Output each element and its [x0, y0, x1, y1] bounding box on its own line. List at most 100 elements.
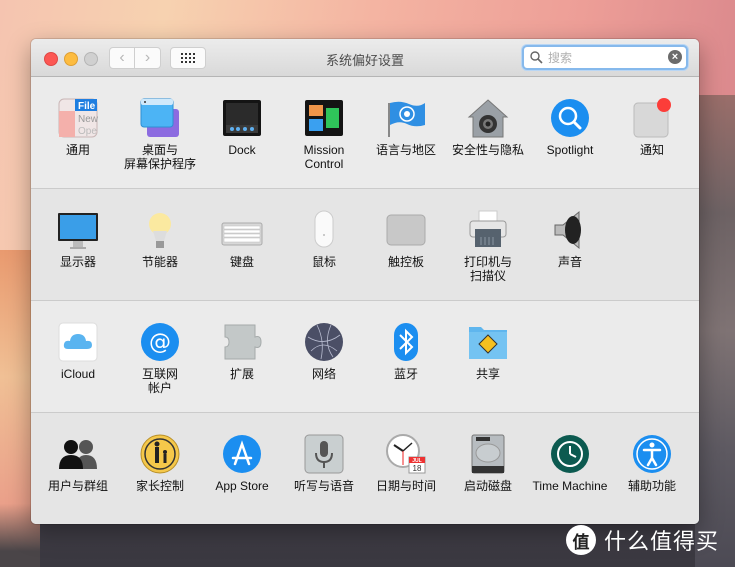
pref-label: 打印机与 扫描仪: [463, 255, 512, 283]
svg-text:File: File: [78, 101, 96, 112]
pref-label: 互联网 帐户: [141, 367, 178, 395]
pref-label: 通用: [65, 143, 90, 157]
trackpad-icon: [385, 209, 427, 251]
startup-disk-icon: [467, 433, 509, 475]
clear-icon: ×: [671, 51, 679, 63]
accessibility-icon: [631, 433, 673, 475]
pref-mouse[interactable]: 鼠标: [283, 189, 365, 269]
pref-bluetooth[interactable]: 蓝牙: [365, 301, 447, 381]
pref-label: 节能器: [141, 255, 178, 269]
pref-label: 启动磁盘: [463, 479, 512, 493]
pref-sound[interactable]: 声音: [529, 189, 611, 269]
pref-notifications[interactable]: 通知: [611, 77, 693, 157]
time-machine-icon: [549, 433, 591, 475]
svg-text:Ope: Ope: [78, 126, 97, 137]
search-icon: [530, 51, 543, 64]
energy-saver-icon: [139, 209, 181, 251]
pref-label: App Store: [215, 479, 269, 493]
pref-label: 触控板: [387, 255, 424, 269]
titlebar: ‹ › 系统偏好设置 ×: [31, 39, 699, 77]
pref-app-store[interactable]: App Store: [201, 413, 283, 493]
pref-icloud[interactable]: iCloud: [37, 301, 119, 381]
notifications-icon: [631, 97, 673, 139]
pref-spotlight[interactable]: Spotlight: [529, 77, 611, 157]
pref-general[interactable]: File New Ope 通用: [37, 77, 119, 157]
pref-printers-scanners[interactable]: 打印机与 扫描仪: [447, 189, 529, 283]
pref-desktop-screensaver[interactable]: 桌面与 屏幕保护程序: [119, 77, 201, 171]
pref-label: 通知: [639, 143, 664, 157]
pref-label: 键盘: [229, 255, 254, 269]
pref-users-groups[interactable]: 用户与群组: [37, 413, 119, 493]
pref-label: 用户与群组: [47, 479, 108, 493]
internet-accounts-icon: @: [139, 321, 181, 363]
pref-startup-disk[interactable]: 启动磁盘: [447, 413, 529, 493]
svg-text:18: 18: [413, 464, 422, 473]
pref-keyboard[interactable]: 键盘: [201, 189, 283, 269]
pref-label: 桌面与 屏幕保护程序: [123, 143, 196, 171]
pref-dictation-speech[interactable]: 听写与语音: [283, 413, 365, 493]
spotlight-icon: [549, 97, 591, 139]
section-hardware: 显示器 节能器 键盘 鼠标 触控板 打印机与 扫描仪 声音: [31, 189, 699, 301]
pref-label: 语言与地区: [375, 143, 436, 157]
pref-mission-control[interactable]: Mission Control: [283, 77, 365, 171]
pref-network[interactable]: 网络: [283, 301, 365, 381]
displays-icon: [57, 209, 99, 251]
section-personal: File New Ope 通用 桌面与 屏幕保护程序 Dock Mission …: [31, 77, 699, 189]
date-time-icon: JUL 18: [385, 433, 427, 475]
pref-security-privacy[interactable]: 安全性与隐私: [447, 77, 529, 157]
pref-internet-accounts[interactable]: @ 互联网 帐户: [119, 301, 201, 395]
section-system: 用户与群组 家长控制 App Store 听写与语音 JUL 18 日期与时间 …: [31, 413, 699, 524]
wallpaper-right: [695, 95, 735, 567]
system-preferences-window: ‹ › 系统偏好设置 ×: [31, 39, 699, 524]
watermark-badge: 值: [566, 525, 596, 555]
pref-label: 蓝牙: [393, 367, 418, 381]
pref-label: 扩展: [229, 367, 254, 381]
clear-search-button[interactable]: ×: [668, 50, 682, 64]
pref-time-machine[interactable]: Time Machine: [529, 413, 611, 493]
pref-accessibility[interactable]: 辅助功能: [611, 413, 693, 493]
extensions-icon: [221, 321, 263, 363]
pref-label: 安全性与隐私: [451, 143, 524, 157]
pref-label: 鼠标: [311, 255, 336, 269]
users-groups-icon: [57, 433, 99, 475]
pref-label: iCloud: [60, 367, 96, 381]
pref-trackpad[interactable]: 触控板: [365, 189, 447, 269]
svg-text:@: @: [149, 330, 171, 355]
svg-text:New: New: [78, 114, 99, 125]
pref-parental-controls[interactable]: 家长控制: [119, 413, 201, 493]
pref-label: 共享: [475, 367, 500, 381]
search-field[interactable]: ×: [522, 45, 688, 70]
mouse-icon: [303, 209, 345, 251]
sound-icon: [549, 209, 591, 251]
language-region-icon: [385, 97, 427, 139]
app-store-icon: [221, 433, 263, 475]
pref-label: 听写与语音: [293, 479, 354, 493]
pref-label: 家长控制: [135, 479, 184, 493]
security-privacy-icon: [467, 97, 509, 139]
pref-label: 网络: [311, 367, 336, 381]
pref-label: 日期与时间: [375, 479, 436, 493]
pref-extensions[interactable]: 扩展: [201, 301, 283, 381]
pref-sharing[interactable]: 共享: [447, 301, 529, 381]
sharing-icon: [467, 321, 509, 363]
network-icon: [303, 321, 345, 363]
pref-dock[interactable]: Dock: [201, 77, 283, 157]
dictation-speech-icon: [303, 433, 345, 475]
watermark: 值 什么值得买: [566, 525, 719, 555]
section-internet-wireless: iCloud @ 互联网 帐户 扩展 网络 蓝牙 共享: [31, 301, 699, 413]
pref-displays[interactable]: 显示器: [37, 189, 119, 269]
pref-date-time[interactable]: JUL 18 日期与时间: [365, 413, 447, 493]
dock-icon: [221, 97, 263, 139]
pref-language-region[interactable]: 语言与地区: [365, 77, 447, 157]
pref-energy-saver[interactable]: 节能器: [119, 189, 201, 269]
watermark-text: 什么值得买: [604, 530, 720, 555]
search-input[interactable]: [548, 49, 668, 66]
desktop-screensaver-icon: [139, 97, 181, 139]
pref-label: Time Machine: [532, 479, 608, 493]
icloud-icon: [57, 321, 99, 363]
parental-controls-icon: [139, 433, 181, 475]
general-icon: File New Ope: [57, 97, 99, 139]
pref-label: Spotlight: [546, 143, 594, 157]
pref-label: Mission Control: [303, 143, 345, 171]
pref-label: 显示器: [59, 255, 96, 269]
